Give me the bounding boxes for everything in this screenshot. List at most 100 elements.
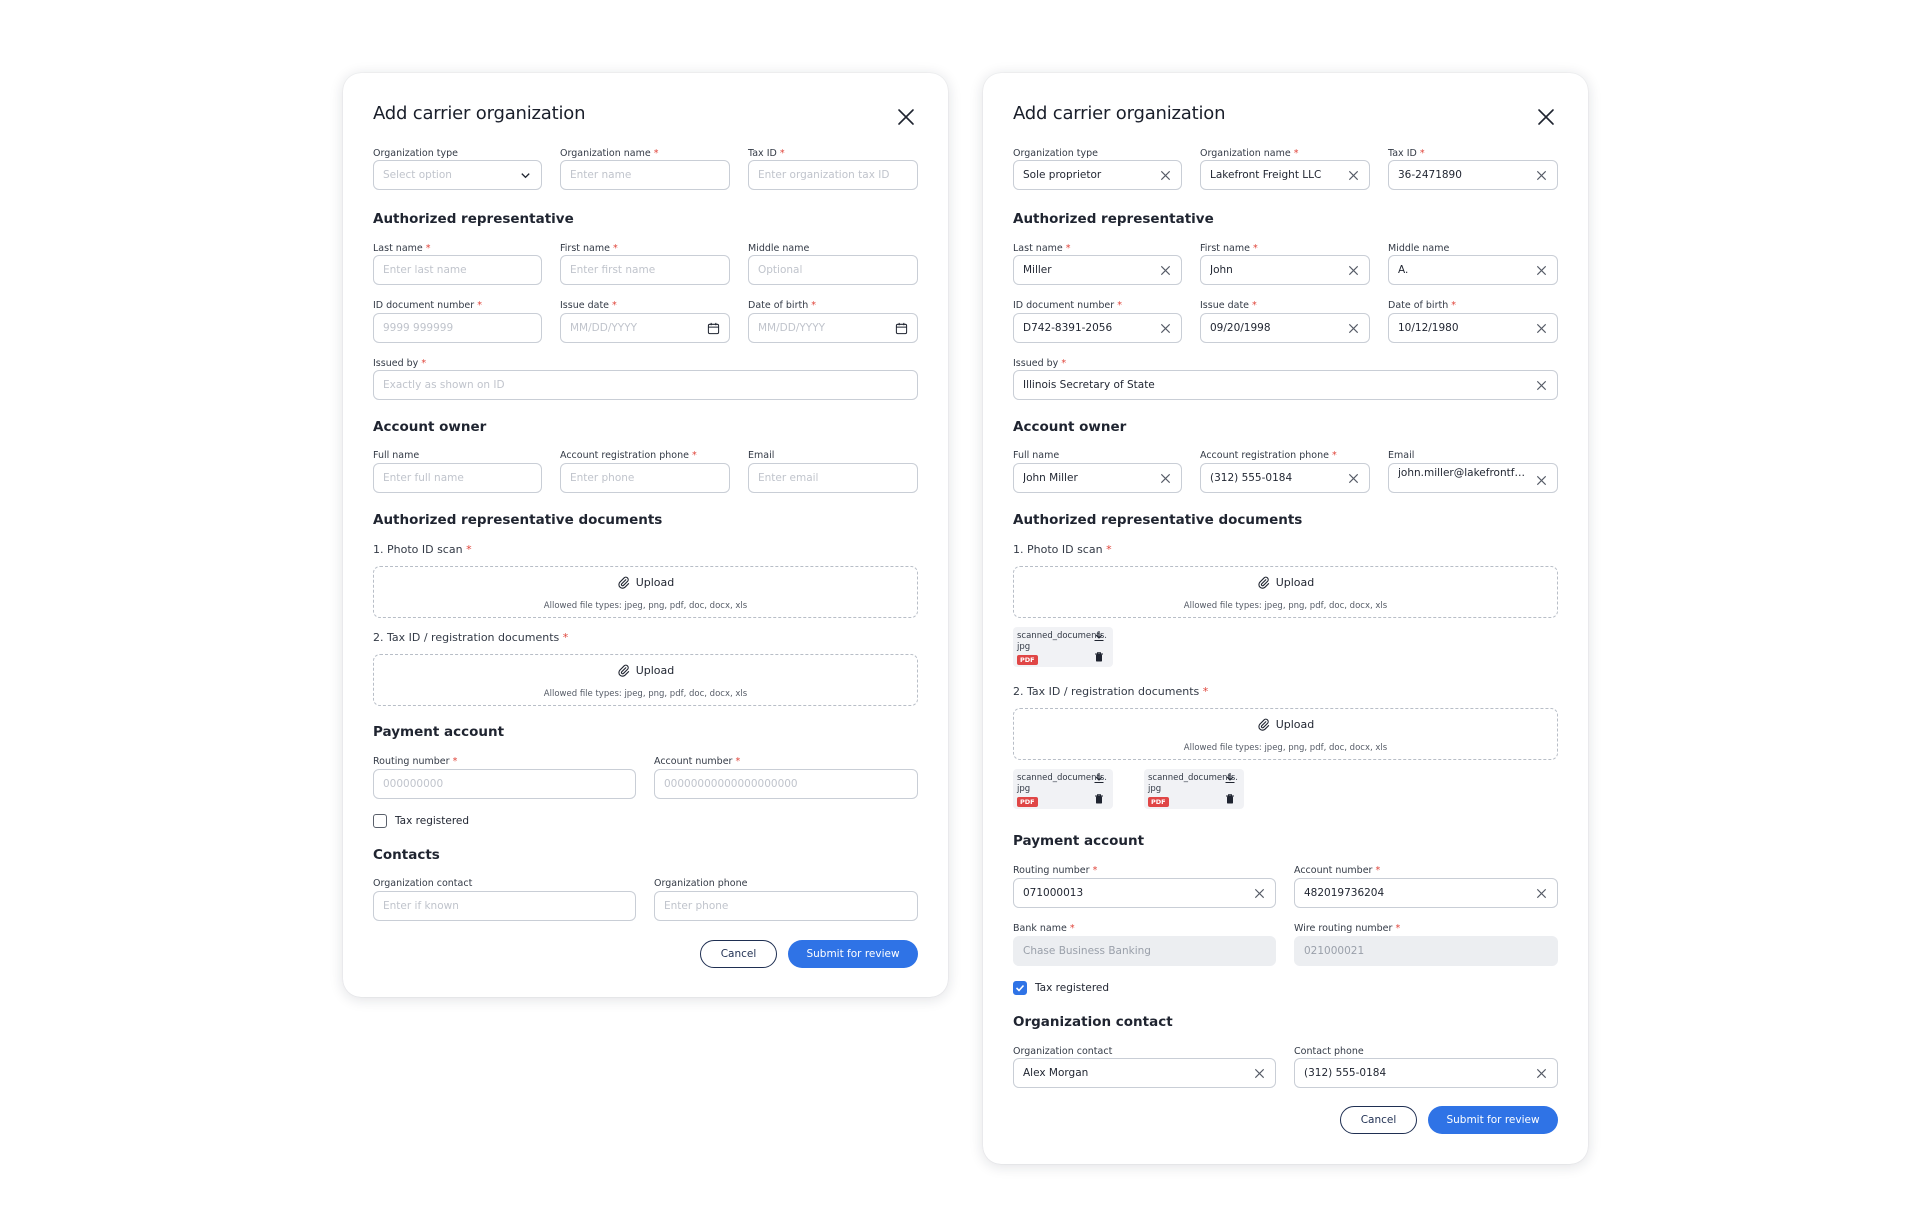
tax-id-input[interactable] [748,160,918,190]
email-text[interactable] [758,472,908,484]
last-name-input[interactable] [373,255,542,285]
doc1-label: 1. Photo ID scan * [373,543,472,556]
cancel-button[interactable]: Cancel [1340,1106,1417,1134]
payment-section-title: Payment account [1013,833,1145,849]
clear-icon[interactable] [1535,379,1548,392]
org-type-select[interactable]: Sole proprietor [1013,160,1182,190]
clear-icon[interactable] [1535,322,1548,335]
calendar-icon[interactable] [707,322,720,335]
calendar-icon[interactable] [895,322,908,335]
account-input[interactable]: 482019736204 [1294,878,1558,908]
close-icon[interactable] [896,107,916,127]
trash-icon[interactable] [1093,651,1105,663]
org-name-text[interactable] [570,169,720,181]
first-name-input[interactable] [560,255,730,285]
full-name-input[interactable] [373,463,542,493]
submit-button[interactable]: Submit for review [788,940,918,968]
clear-icon[interactable] [1347,472,1360,485]
last-name-input[interactable]: Miller [1013,255,1182,285]
tax-registered-checkbox[interactable] [373,814,387,828]
cancel-button[interactable]: Cancel [700,940,777,968]
middle-name-label: Middle name [748,243,810,254]
routing-input[interactable] [373,769,636,799]
tax-registered-row[interactable]: Tax registered [1013,981,1109,995]
last-name-label: Last name * [373,243,431,254]
id-doc-input[interactable] [373,313,542,343]
issued-by-input[interactable]: Illinois Secretary of State [1013,370,1558,400]
tax-registered-row[interactable]: Tax registered [373,814,469,828]
tax-docs-upload[interactable]: Upload Allowed file types: jpeg, png, pd… [373,654,918,706]
account-input[interactable] [654,769,918,799]
download-icon[interactable] [1093,772,1105,784]
org-name-input[interactable] [560,160,730,190]
clear-icon[interactable] [1535,474,1548,487]
clear-icon[interactable] [1159,169,1172,182]
issued-by-input[interactable] [373,370,918,400]
clear-icon[interactable] [1347,264,1360,277]
close-icon[interactable] [1536,107,1556,127]
issue-date-input[interactable]: 09/20/1998 [1200,313,1370,343]
owner-section-title: Account owner [1013,419,1127,435]
clear-icon[interactable] [1535,169,1548,182]
email-input[interactable] [748,463,918,493]
account-value: 482019736204 [1304,887,1385,899]
full-name-input[interactable]: John Miller [1013,463,1182,493]
reg-phone-input[interactable] [560,463,730,493]
clear-icon[interactable] [1347,169,1360,182]
clear-icon[interactable] [1159,322,1172,335]
dob-label: Date of birth * [1388,300,1457,311]
org-type-select[interactable]: Select option [373,160,542,190]
submit-button[interactable]: Submit for review [1428,1106,1558,1134]
download-icon[interactable] [1093,630,1105,642]
id-doc-label: ID document number * [1013,300,1122,311]
clear-icon[interactable] [1347,322,1360,335]
org-contact-text[interactable] [383,900,626,912]
first-name-text[interactable] [570,264,720,276]
routing-text[interactable] [383,778,626,790]
clear-icon[interactable] [1535,264,1548,277]
photo-id-upload[interactable]: Upload Allowed file types: jpeg, png, pd… [373,566,918,618]
download-icon[interactable] [1224,772,1236,784]
middle-name-text[interactable] [758,264,908,276]
account-text[interactable] [664,778,908,790]
middle-name-input[interactable]: A. [1388,255,1558,285]
org-phone-text[interactable] [664,900,908,912]
routing-input[interactable]: 071000013 [1013,878,1276,908]
photo-id-upload[interactable]: Upload Allowed file types: jpeg, png, pd… [1013,566,1558,618]
clear-icon[interactable] [1253,887,1266,900]
last-name-text[interactable] [383,264,532,276]
trash-icon[interactable] [1224,793,1236,805]
reg-phone-input[interactable]: (312) 555-0184 [1200,463,1370,493]
tax-docs-upload[interactable]: Upload Allowed file types: jpeg, png, pd… [1013,708,1558,760]
upload-hint: Allowed file types: jpeg, png, pdf, doc,… [1183,601,1388,611]
reg-phone-text[interactable] [570,472,720,484]
contact-phone-input[interactable]: (312) 555-0184 [1294,1058,1558,1088]
dob-input[interactable]: MM/DD/YYYY [748,313,918,343]
tax-registered-checkbox[interactable] [1013,981,1027,995]
org-phone-input[interactable] [654,891,918,921]
clear-icon[interactable] [1159,472,1172,485]
middle-name-input[interactable] [748,255,918,285]
paperclip-icon [1258,576,1269,589]
org-contact-input[interactable]: Alex Morgan [1013,1058,1276,1088]
rep-section-title: Authorized representative [373,211,574,227]
issue-date-input[interactable]: MM/DD/YYYY [560,313,730,343]
tax-id-input[interactable]: 36-2471890 [1388,160,1558,190]
dob-input[interactable]: 10/12/1980 [1388,313,1558,343]
issued-by-text[interactable] [383,379,908,391]
clear-icon[interactable] [1535,887,1548,900]
id-doc-text[interactable] [383,322,532,334]
org-contact-input[interactable] [373,891,636,921]
org-name-input[interactable]: Lakefront Freight LLC [1200,160,1370,190]
first-name-input[interactable]: John [1200,255,1370,285]
id-doc-input[interactable]: D742-8391-2056 [1013,313,1182,343]
email-input[interactable]: john.miller@lakefrontfrei... [1388,463,1558,493]
trash-icon[interactable] [1093,793,1105,805]
full-name-text[interactable] [383,472,532,484]
tax-id-text[interactable] [758,169,908,181]
clear-icon[interactable] [1253,1067,1266,1080]
check-icon [1015,984,1025,992]
clear-icon[interactable] [1535,1067,1548,1080]
upload-label: Upload [635,576,675,589]
clear-icon[interactable] [1159,264,1172,277]
